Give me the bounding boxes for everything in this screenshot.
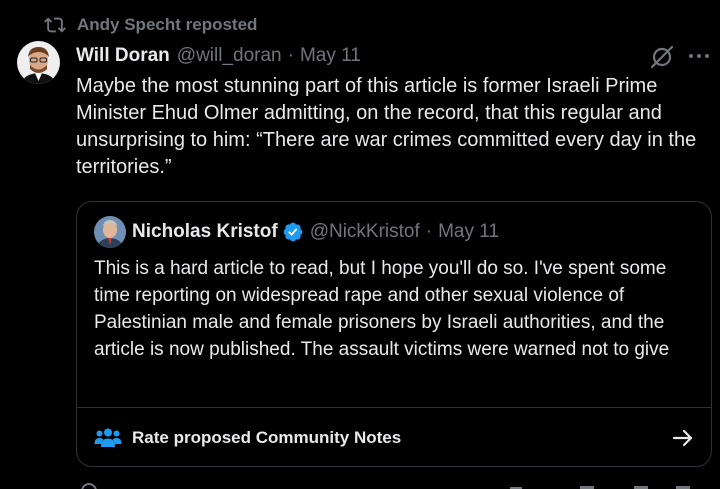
tweet-text: Maybe the most stunning part of this art…	[76, 75, 697, 178]
tweet-date[interactable]: May 11	[300, 45, 361, 67]
quote-tweet-card[interactable]: Nicholas Kristof @NickKristof · May 11 T…	[76, 201, 712, 467]
verified-badge-icon	[283, 222, 303, 242]
action-bar-partial	[81, 483, 690, 489]
author-name[interactable]: Will Doran	[76, 45, 170, 67]
repost-header[interactable]: Andy Specht reposted	[44, 12, 257, 38]
grok-icon[interactable]	[649, 44, 675, 70]
author-handle[interactable]: @will_doran	[177, 45, 282, 67]
separator-dot: ·	[287, 45, 294, 66]
community-notes-icon	[94, 428, 122, 447]
arrow-right-icon[interactable]	[672, 428, 694, 448]
more-icon[interactable]	[688, 52, 710, 60]
tweet-header: Will Doran @will_doran · May 11	[76, 43, 361, 69]
repost-label: Andy Specht reposted	[77, 15, 258, 34]
quote-header: Nicholas Kristof @NickKristof · May 11	[132, 219, 499, 245]
community-notes-label: Rate proposed Community Notes	[132, 428, 402, 447]
quote-separator-dot: ·	[425, 221, 433, 242]
quote-author-name[interactable]: Nicholas Kristof	[132, 221, 278, 243]
quote-text: This is a hard article to read, but I ho…	[94, 258, 670, 360]
quote-date[interactable]: May 11	[438, 221, 499, 243]
avatar[interactable]	[17, 41, 60, 84]
repost-icon	[44, 17, 66, 33]
quote-avatar[interactable]	[94, 216, 126, 248]
community-notes-button[interactable]: Rate proposed Community Notes	[77, 407, 711, 466]
quote-author-handle[interactable]: @NickKristof	[310, 221, 420, 243]
